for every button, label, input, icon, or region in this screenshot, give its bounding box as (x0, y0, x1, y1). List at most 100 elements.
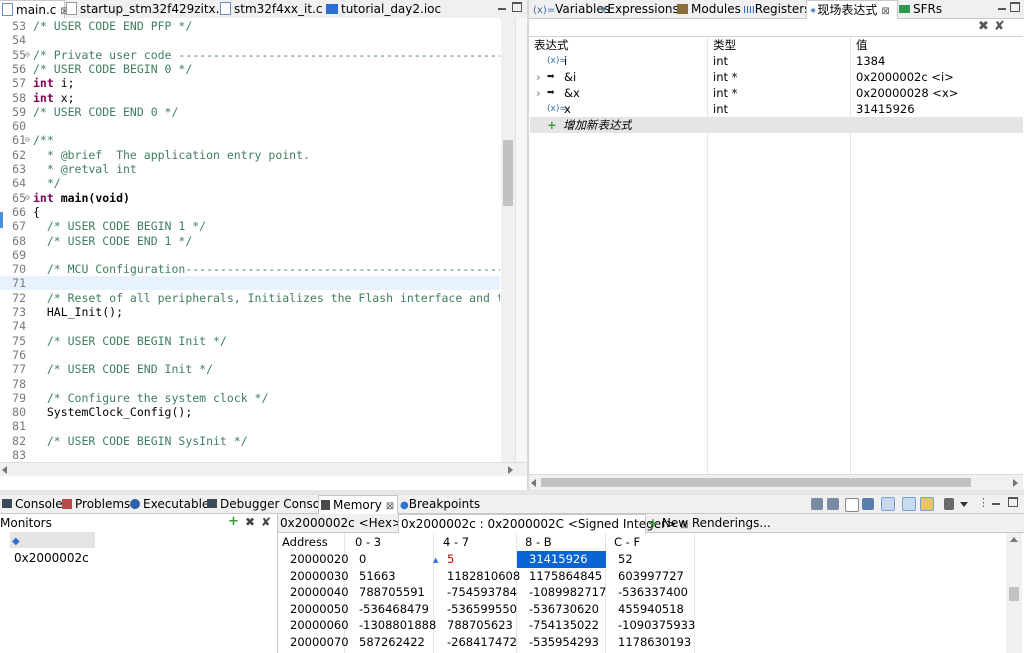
remove-monitor-icon[interactable]: ✖ (245, 514, 255, 530)
expand-chevron-icon[interactable]: › (536, 69, 541, 85)
fold-icon[interactable]: ⊖ (25, 133, 30, 147)
more-options-icon[interactable]: ⋮ (978, 497, 989, 509)
close-icon[interactable]: ⊠ (386, 501, 394, 512)
tab-memory[interactable]: Memory ⊠ (318, 495, 398, 514)
column-header-expression[interactable]: 表达式 (534, 37, 569, 53)
memory-header-address[interactable]: Address (282, 534, 328, 551)
memory-value[interactable]: -754593784 (447, 584, 517, 601)
expression-row[interactable]: (x)= x int 31415926 (530, 101, 1023, 117)
remove-expression-icon[interactable]: ✖ (978, 20, 989, 34)
memory-value[interactable]: -1089982717 (529, 584, 606, 601)
layout-icon[interactable] (920, 497, 934, 511)
column-header-type[interactable]: 类型 (713, 37, 736, 53)
code-editor[interactable]: 53/* USER CODE END PFP */54 55 ⊖/* Private… (0, 18, 500, 462)
close-icon[interactable]: ⊠ (881, 6, 889, 17)
rendering-tab-signed-integer[interactable]: 0x2000002c : 0x2000002C <Signed Integer>… (398, 514, 688, 533)
tab-breakpoints[interactable]: ●Breakpoints (398, 495, 480, 513)
tab-executables[interactable]: Executables (128, 495, 216, 513)
remove-all-monitors-icon[interactable]: ✘ (261, 514, 271, 530)
add-monitor-icon[interactable]: + (228, 514, 239, 530)
maximize-button[interactable] (1010, 2, 1020, 12)
memory-header-col-8-b[interactable]: 8 - B (525, 534, 552, 551)
scroll-left-arrow[interactable] (531, 479, 536, 487)
menu-icon[interactable] (944, 498, 954, 510)
tab-startup-file[interactable]: startup_stm32f429zitx.s (64, 0, 226, 18)
tab-main-c[interactable]: main.c ⊠ (0, 0, 69, 19)
memory-value[interactable]: -1308801888 (359, 617, 436, 634)
memory-value[interactable]: 455940518 (618, 601, 684, 618)
tab-sfrs[interactable]: SFRs (897, 0, 942, 18)
add-expression-row[interactable]: + 增加新表达式 (530, 117, 1023, 133)
expression-row[interactable]: › ➡ &i int * 0x2000002c <i> (530, 69, 1023, 85)
memory-value[interactable]: 1178630193 (618, 634, 691, 651)
column-header-value[interactable]: 值 (856, 37, 868, 53)
memory-value[interactable]: -536468479 (359, 601, 429, 618)
memory-value[interactable]: -1090375933 (618, 617, 695, 634)
memory-value[interactable]: 587262422 (359, 634, 425, 651)
memory-scrollbar[interactable] (1006, 533, 1022, 653)
export-icon[interactable] (827, 498, 839, 510)
tab-ioc-file[interactable]: tutorial_day2.ioc (324, 0, 456, 18)
editor-hscroll[interactable] (0, 462, 527, 476)
tab-registers[interactable]: IIIIRegisters (741, 0, 810, 18)
toggle-split-icon[interactable] (902, 497, 916, 511)
memory-header-col-4-7[interactable]: 4 - 7 (443, 534, 469, 551)
expressions-hscroll[interactable] (529, 474, 1023, 490)
memory-value[interactable]: 1175864845 (529, 568, 602, 585)
tab-live-expressions[interactable]: ✴现场表达式 ⊠ (806, 0, 898, 19)
expression-row[interactable]: › ➡ &x int * 0x20000028 <x> (530, 85, 1023, 101)
new-tab-icon[interactable] (845, 498, 859, 512)
scroll-up-arrow[interactable] (1010, 537, 1018, 542)
memory-header-col-0-3[interactable]: 0 - 3 (355, 534, 381, 551)
link-icon[interactable] (881, 497, 895, 511)
remove-all-expressions-icon[interactable]: ✘ (994, 20, 1005, 34)
memory-value[interactable]: -536337400 (618, 584, 688, 601)
memory-value[interactable]: 5 (447, 551, 454, 568)
memory-value[interactable]: 1182810608 (447, 568, 520, 585)
memory-value[interactable]: 603997727 (618, 568, 684, 585)
maximize-button[interactable] (1008, 497, 1018, 507)
memory-value[interactable]: -536599550 (447, 601, 517, 618)
scrollbar-thumb[interactable] (1009, 587, 1019, 601)
scrollbar-thumb[interactable] (503, 140, 513, 206)
memory-value[interactable]: 52 (618, 551, 633, 568)
view-menu-chevron-icon[interactable] (960, 502, 968, 507)
maximize-button[interactable] (512, 2, 522, 12)
tab-modules[interactable]: Modules (675, 0, 741, 18)
memory-value[interactable]: -535954293 (529, 634, 599, 651)
memory-value[interactable]: -536730620 (529, 601, 599, 618)
tab-expressions[interactable]: ✴Expressions (597, 0, 679, 18)
tab-it-file[interactable]: stm32f4xx_it.c (218, 0, 322, 18)
tab-debugger-console[interactable]: Debugger Console (205, 495, 331, 513)
tab-console[interactable]: Console (0, 495, 63, 513)
memory-value[interactable]: -268417472 (447, 634, 517, 651)
import-icon[interactable] (811, 498, 823, 510)
code-comment: */ (33, 176, 61, 191)
scrollbar-thumb[interactable] (541, 478, 971, 487)
code-text: { (33, 204, 40, 219)
scroll-right-arrow[interactable] (1013, 479, 1018, 487)
rendering-tab-new[interactable]: + New Renderings... (646, 514, 771, 532)
memory-value[interactable]: 31415926 (517, 551, 606, 568)
line-number: 65 (12, 190, 26, 205)
scroll-left-arrow[interactable] (2, 466, 7, 474)
memory-value[interactable]: -754135022 (529, 617, 599, 634)
monitor-item[interactable]: ◆ 0x2000002c (10, 532, 95, 565)
memory-value[interactable]: 0 (359, 551, 366, 568)
pin-icon[interactable] (862, 498, 874, 510)
memory-header-col-c-f[interactable]: C - F (614, 534, 640, 551)
memory-value[interactable]: 788705591 (359, 584, 425, 601)
expand-chevron-icon[interactable]: › (536, 85, 541, 101)
minimize-button[interactable] (990, 497, 1002, 509)
fold-icon[interactable]: ⊖ (25, 48, 30, 62)
tab-problems[interactable]: Problems (60, 495, 130, 513)
memory-value[interactable]: 788705623 (447, 617, 513, 634)
minimize-button[interactable] (996, 2, 1008, 14)
rendering-tab-hex[interactable]: 0x2000002c <Hex> (278, 514, 402, 532)
editor-scrollbar[interactable] (501, 18, 515, 462)
minimize-button[interactable] (496, 2, 508, 14)
memory-value[interactable]: 51663 (359, 568, 396, 585)
expression-row[interactable]: (x)= i int 1384 (530, 53, 1023, 69)
scroll-right-arrow[interactable] (508, 466, 513, 474)
fold-icon[interactable]: ⊖ (25, 191, 30, 205)
